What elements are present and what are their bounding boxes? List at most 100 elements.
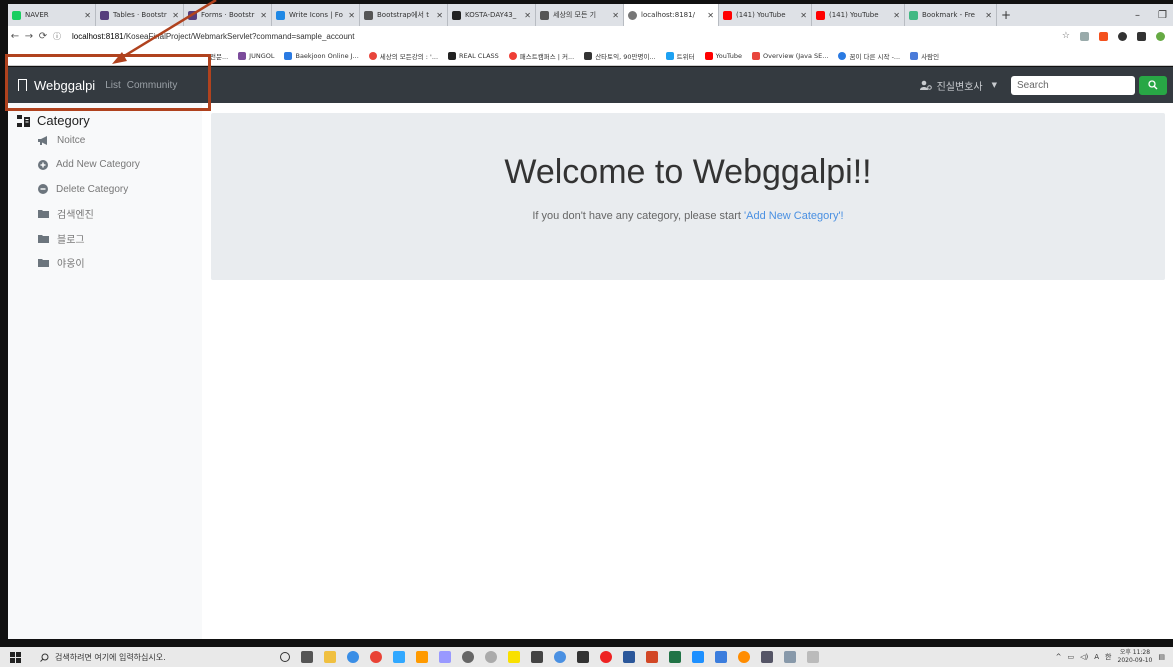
- app-icon[interactable]: [554, 651, 566, 663]
- network-icon[interactable]: ▭: [1068, 653, 1075, 661]
- illustrator-icon[interactable]: [416, 651, 428, 663]
- browser-tab[interactable]: Bootstrap에서 t ✕: [360, 4, 448, 26]
- add-new-category-link[interactable]: 'Add New Category'!: [744, 210, 844, 222]
- notification-icon[interactable]: ▤: [1158, 653, 1165, 661]
- tistory-favicon-icon: [540, 10, 549, 20]
- search-button[interactable]: [1139, 75, 1167, 95]
- kakaotalk-icon[interactable]: [508, 651, 520, 663]
- photoshop-icon[interactable]: [393, 651, 405, 663]
- category-heading: Category: [17, 113, 202, 128]
- taskbar-apps: [280, 651, 819, 663]
- back-arrow-icon[interactable]: ←: [8, 31, 22, 42]
- extension-icon[interactable]: [1118, 31, 1127, 41]
- app-icon[interactable]: [692, 651, 704, 663]
- user-dropdown[interactable]: 진실변호사 ▼: [919, 78, 997, 93]
- browser-tab-active[interactable]: localhost:8181/ ✕: [624, 4, 719, 26]
- task-view-icon[interactable]: [301, 651, 313, 663]
- profile-avatar-icon[interactable]: [1156, 31, 1165, 41]
- browser-tab[interactable]: 세상의 모든 기 ✕: [536, 4, 624, 26]
- browser-tab[interactable]: (141) YouTube ✕: [812, 4, 905, 26]
- close-tab-icon[interactable]: ✕: [256, 11, 267, 20]
- cortana-icon[interactable]: [280, 652, 290, 662]
- app-icon[interactable]: [784, 651, 796, 663]
- bookmark-item[interactable]: Baekjoon Online J...: [284, 51, 359, 60]
- bookmark-item[interactable]: 꿈이 다른 시작 -...: [838, 51, 900, 61]
- app-icon[interactable]: [577, 651, 589, 663]
- file-explorer-icon[interactable]: [324, 651, 336, 663]
- browser-tab[interactable]: (141) YouTube ✕: [719, 4, 812, 26]
- close-tab-icon[interactable]: ✕: [344, 11, 355, 20]
- bookmark-item[interactable]: JUNGOL: [238, 51, 274, 60]
- app-icon[interactable]: [738, 651, 750, 663]
- sidebar-item-delete-category[interactable]: Delete Category: [38, 177, 202, 202]
- taskbar-search[interactable]: 검색하려면 여기에 입력하십시오.: [30, 652, 230, 663]
- sidebar-item-search-engine[interactable]: 검색엔진: [38, 202, 202, 227]
- puzzle-icon[interactable]: [1137, 31, 1146, 41]
- sidebar-item-blog[interactable]: 블로그: [38, 226, 202, 251]
- sidebar-item-notice[interactable]: Noitce: [38, 128, 202, 153]
- close-tab-icon[interactable]: ✕: [80, 11, 91, 20]
- bookmark-item[interactable]: 전문...: [210, 51, 228, 61]
- close-tab-icon[interactable]: ✕: [981, 11, 992, 20]
- close-tab-icon[interactable]: ✕: [168, 11, 179, 20]
- browser-tab[interactable]: Write Icons | Fo ✕: [272, 4, 360, 26]
- app-icon[interactable]: [600, 651, 612, 663]
- close-tab-icon[interactable]: ✕: [703, 11, 714, 20]
- calculator-icon[interactable]: [531, 651, 543, 663]
- shield-extension-icon[interactable]: [1080, 31, 1089, 41]
- write-icons-favicon-icon: [276, 10, 285, 20]
- bookmark-item[interactable]: 패스트캠퍼스 | 커...: [508, 51, 574, 61]
- browser-tab[interactable]: KOSTA-DAY43_ ✕: [448, 4, 536, 26]
- excel-icon[interactable]: [669, 651, 681, 663]
- volume-icon[interactable]: ◁): [1080, 653, 1088, 661]
- sidebar-item-add-category[interactable]: Add New Category: [38, 153, 202, 178]
- word-icon[interactable]: [623, 651, 635, 663]
- app-icon[interactable]: [715, 651, 727, 663]
- app-icon[interactable]: [462, 651, 474, 663]
- close-tab-icon[interactable]: ✕: [520, 11, 531, 20]
- reload-icon[interactable]: ⟳: [36, 31, 50, 42]
- browser-tab[interactable]: Bookmark - Fre ✕: [905, 4, 997, 26]
- clock[interactable]: 오후 11:28 2020-09-10: [1118, 649, 1153, 665]
- close-tab-icon[interactable]: ✕: [796, 11, 807, 20]
- browser-tab[interactable]: Tables · Bootstr ✕: [96, 4, 184, 26]
- info-icon[interactable]: ⓘ: [50, 31, 64, 42]
- search-input[interactable]: Search: [1011, 75, 1135, 95]
- nav-link-community[interactable]: Community: [127, 80, 178, 91]
- chrome-icon[interactable]: [370, 651, 382, 663]
- bookmark-item[interactable]: 사람인: [910, 51, 939, 61]
- minimize-icon[interactable]: –: [1135, 10, 1140, 21]
- browser-tab[interactable]: Forms · Bootstr ✕: [184, 4, 272, 26]
- bookmark-label: REAL CLASS: [459, 51, 499, 60]
- app-icon[interactable]: [485, 651, 497, 663]
- window-controls: – ❐: [1135, 10, 1173, 21]
- premiere-icon[interactable]: [439, 651, 451, 663]
- url-field[interactable]: localhost:8181/KoseaFinalProject/Webmark…: [72, 32, 354, 41]
- ie-icon[interactable]: [347, 651, 359, 663]
- bookmark-item[interactable]: REAL CLASS: [448, 51, 499, 60]
- extension-icon[interactable]: [1099, 31, 1108, 41]
- bookmark-item[interactable]: Overview (Java SE...: [752, 51, 828, 60]
- sidebar-item-cat[interactable]: 야옹이: [38, 251, 202, 276]
- ime-indicator[interactable]: A: [1094, 653, 1099, 661]
- brand-link[interactable]: Webggalpi: [18, 78, 95, 94]
- star-icon[interactable]: ☆: [1062, 31, 1070, 41]
- close-tab-icon[interactable]: ✕: [889, 11, 900, 20]
- app-icon[interactable]: [807, 651, 819, 663]
- app-icon[interactable]: [761, 651, 773, 663]
- new-tab-button[interactable]: +: [997, 4, 1019, 26]
- ime-hangul-indicator[interactable]: 한: [1105, 652, 1111, 662]
- bookmark-item[interactable]: 트위터: [665, 51, 695, 61]
- nav-link-list[interactable]: List: [105, 80, 121, 91]
- forward-arrow-icon[interactable]: →: [22, 31, 36, 42]
- browser-tab[interactable]: NAVER ✕: [8, 4, 96, 26]
- start-button[interactable]: [0, 651, 30, 663]
- powerpoint-icon[interactable]: [646, 651, 658, 663]
- bookmark-item[interactable]: 세상의 모든강의 : '...: [368, 51, 438, 61]
- restore-icon[interactable]: ❐: [1158, 10, 1167, 21]
- tray-chevron-icon[interactable]: ^: [1056, 653, 1062, 661]
- close-tab-icon[interactable]: ✕: [432, 11, 443, 20]
- close-tab-icon[interactable]: ✕: [608, 11, 619, 20]
- bookmark-item[interactable]: YouTube: [704, 51, 742, 60]
- bookmark-item[interactable]: 산타토익, 90만명이...: [584, 51, 656, 61]
